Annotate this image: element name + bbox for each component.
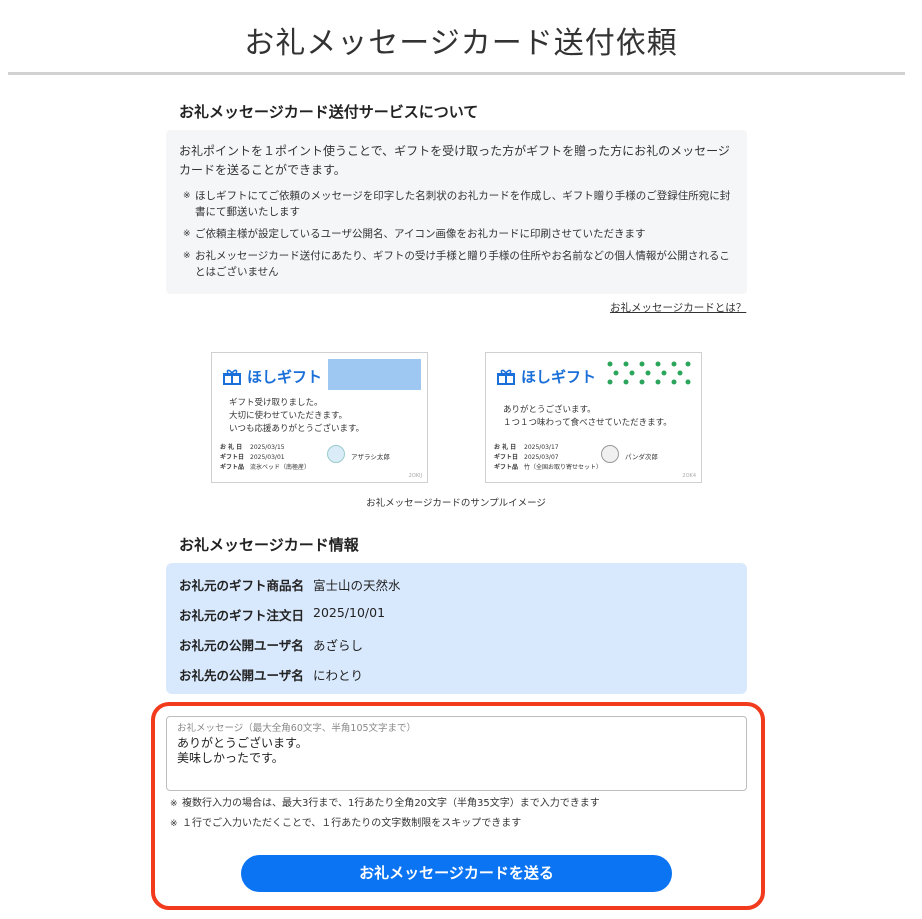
meta-value: 2025/03/15 — [250, 444, 285, 451]
note-text: ほしギフトにてご依頼のメッセージを印字した名刺状のお礼カードを作成し、ギフト贈り… — [195, 190, 731, 218]
note-mark: ※ — [183, 251, 191, 261]
send-card-button[interactable]: お礼メッセージカードを送る — [241, 855, 672, 892]
note-mark: ※ — [183, 229, 191, 239]
meta-key: ギフト品 — [494, 464, 519, 471]
info-value: 富士山の天然水 — [313, 578, 401, 593]
about-note: ※ ほしギフトにてご依頼のメッセージを印字した名刺状のお礼カードを作成し、ギフト贈… — [179, 188, 735, 220]
info-row: お礼元の公開ユーザ名 あざらし — [179, 635, 734, 665]
note-mark: ※ — [170, 819, 178, 829]
info-label: お礼元のギフト商品名 — [179, 578, 305, 593]
note-text: 複数行入力の場合は、最大3行まで、1行あたり全角20文字（半角35文字）まで入力… — [182, 798, 600, 809]
seal-avatar-icon — [327, 445, 345, 463]
meta-key: お 礼 日 — [494, 444, 517, 451]
info-value: 2025/10/01 — [313, 605, 386, 620]
gift-icon — [223, 369, 241, 385]
card-sender: アザラシ太郎 — [351, 453, 390, 461]
info-value: にわとり — [313, 668, 364, 683]
meta-value: 竹（全国お取り寄せセット） — [524, 464, 603, 471]
card-logo: ほしギフト — [223, 366, 322, 387]
meta-key: ギフト日 — [220, 454, 245, 461]
meta-key: ギフト品 — [220, 464, 245, 471]
note-mark: ※ — [170, 799, 178, 809]
sample-caption: お礼メッセージカードのサンプルイメージ — [366, 498, 546, 509]
meta-value: 流氷ベッド（南極産） — [250, 464, 311, 471]
card-message: ありがとうございます。 １つ１つ味わって食べさせていただきます。 — [503, 405, 672, 428]
title-divider — [8, 72, 905, 75]
brand-name: ほしギフト — [521, 368, 597, 386]
info-value: あざらし — [313, 638, 364, 653]
info-label: お礼元の公開ユーザ名 — [179, 638, 304, 653]
card-serial: 2OKIJ — [408, 473, 422, 479]
panda-avatar-icon — [601, 445, 619, 463]
card-banner-image — [328, 359, 421, 390]
about-notes: ※ ほしギフトにてご依頼のメッセージを印字した名刺状のお礼カードを作成し、ギフト贈… — [179, 188, 735, 280]
sample-card-2: ほしギフト ありがとうございます。 １つ１つ味わって食べさせていただきます。 お… — [485, 352, 702, 483]
info-row: お礼元のギフト商品名 富士山の天然水 — [179, 575, 734, 605]
info-row: お礼元のギフト注文日 2025/10/01 — [179, 605, 734, 635]
note-text: １行でご入力いただくことで、１行あたりの文字数制限をスキップできます — [182, 818, 522, 829]
about-heading: お礼メッセージカード送付サービスについて — [179, 103, 479, 121]
info-row: お礼先の公開ユーザ名 にわとり — [179, 665, 734, 695]
meta-key: お 礼 日 — [220, 444, 243, 451]
card-serial: 2OK4 — [682, 473, 696, 479]
about-note: ※ ご依頼主様が設定しているユーザ公開名、アイコン画像をお礼カードに印刷させていた… — [179, 226, 735, 242]
about-lead-text: お礼ポイントを１ポイント使うことで、ギフトを受け取った方がギフトを贈った方にお礼… — [179, 144, 730, 177]
meta-value: 2025/03/01 — [250, 454, 285, 461]
card-meta: お 礼 日 2025/03/17 ギフト日 2025/03/07 ギフト品 竹（全国お… — [494, 443, 602, 473]
gift-icon — [497, 369, 515, 385]
clover-pattern-icon — [607, 361, 691, 385]
info-panel: お礼元のギフト商品名 富士山の天然水 お礼元のギフト注文日 2025/10/01 お… — [166, 563, 747, 694]
info-label: お礼元のギフト注文日 — [179, 608, 305, 623]
meta-key: ギフト日 — [494, 454, 519, 461]
meta-value: 2025/03/17 — [524, 444, 559, 451]
what-is-card-link[interactable]: お礼メッセージカードとは？ — [610, 300, 746, 315]
page-title: お礼メッセージカード送付依頼 — [244, 26, 678, 61]
meta-value: 2025/03/07 — [524, 454, 559, 461]
info-label: お礼先の公開ユーザ名 — [179, 668, 304, 683]
input-note: ※ １行でご入力いただくことで、１行あたりの文字数制限をスキップできます — [166, 816, 747, 832]
card-logo: ほしギフト — [497, 366, 596, 387]
card-meta: お 礼 日 2025/03/15 ギフト日 2025/03/01 ギフト品 流氷ベッド… — [220, 443, 310, 473]
card-message: ギフト受け取りました。 大切に使わせていただきます。 いつも応援ありがとうござい… — [229, 398, 365, 434]
note-mark: ※ — [183, 191, 191, 201]
card-sender: パンダ次郎 — [625, 453, 658, 461]
message-field-label: お礼メッセージ（最大全角60文字、半角105文字まで） — [177, 723, 417, 734]
input-note: ※ 複数行入力の場合は、最大3行まで、1行あたり全角20文字（半角35文字）まで入… — [166, 796, 747, 812]
about-panel: お礼ポイントを１ポイント使うことで、ギフトを受け取った方がギフトを贈った方にお礼… — [166, 130, 747, 294]
note-text: ご依頼主様が設定しているユーザ公開名、アイコン画像をお礼カードに印刷させていただ… — [195, 228, 646, 240]
info-heading: お礼メッセージカード情報 — [179, 536, 359, 554]
message-field-value[interactable]: ありがとうございます。 美味しかったです。 — [177, 736, 736, 766]
sample-card-1: ほしギフト ギフト受け取りました。 大切に使わせていただきます。 いつも応援あり… — [211, 352, 428, 483]
about-note: ※ お礼メッセージカード送付にあたり、ギフトの受け手様と贈り手様の住所やお名前など… — [179, 248, 735, 280]
message-textarea[interactable]: お礼メッセージ（最大全角60文字、半角105文字まで） ありがとうございます。 … — [166, 716, 747, 791]
brand-name: ほしギフト — [247, 368, 323, 386]
input-notes: ※ 複数行入力の場合は、最大3行まで、1行あたり全角20文字（半角35文字）まで入… — [166, 796, 747, 836]
note-text: お礼メッセージカード送付にあたり、ギフトの受け手様と贈り手様の住所やお名前などの… — [195, 250, 730, 278]
